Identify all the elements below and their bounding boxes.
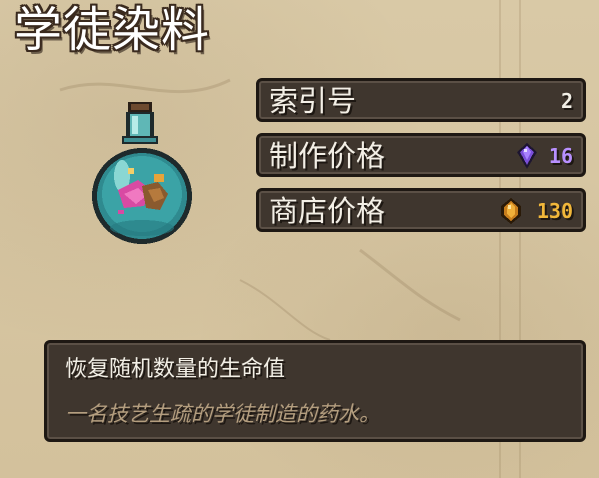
stat-value-shop-price: 130 bbox=[536, 199, 573, 223]
item-description: 恢复随机数量的生命值 bbox=[65, 357, 286, 382]
stat-row-index: 索引号 2 bbox=[256, 78, 586, 122]
stat-label-index: 索引号 bbox=[269, 84, 357, 118]
stat-value-crafting-price: 16 bbox=[548, 144, 573, 168]
stat-label-shop-price: 商店价格 bbox=[269, 194, 386, 228]
teal-potion-flask-icon bbox=[92, 102, 192, 244]
item-title: 学徒染料 bbox=[14, 2, 211, 58]
gold-coin-icon bbox=[501, 198, 521, 224]
item-flavor-text: 一名技艺生疏的学徒制造的药水。 bbox=[65, 402, 380, 426]
stat-value-index: 2 bbox=[560, 89, 573, 113]
stat-label-crafting-price: 制作价格 bbox=[269, 139, 386, 173]
stat-row-crafting-price: 制作价格 16 bbox=[256, 133, 586, 177]
description-box: 恢复随机数量的生命值 一名技艺生疏的学徒制造的药水。 bbox=[44, 340, 586, 442]
stat-row-shop-price: 商店价格 130 bbox=[256, 188, 586, 232]
purple-gem-icon bbox=[517, 143, 537, 169]
